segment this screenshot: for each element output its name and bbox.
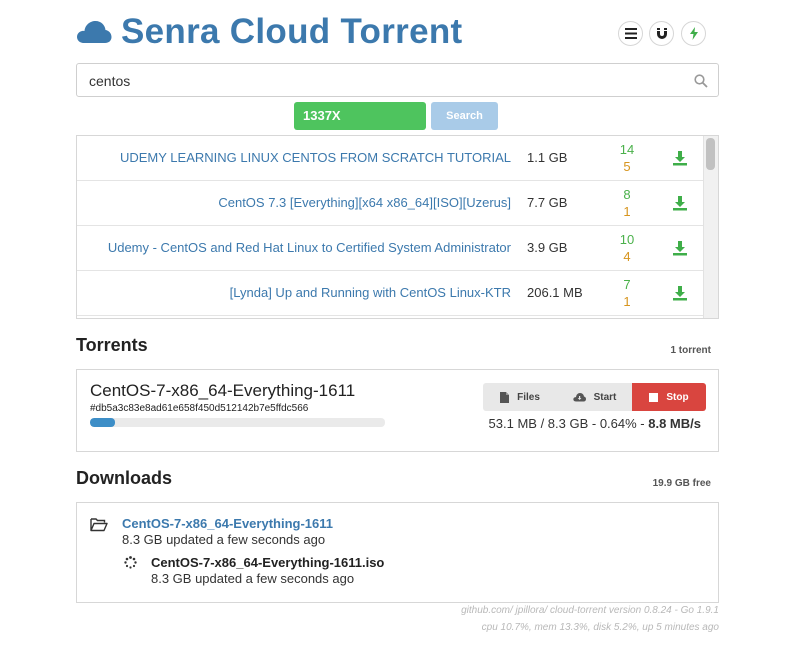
download-file-name[interactable]: CentOS-7-x86_64-Everything-1611.iso: [151, 555, 384, 570]
torrent-downloaded: 53.1 MB / 8.3 GB - 0.64% -: [488, 416, 645, 431]
list-button[interactable]: [618, 21, 643, 46]
provider-dropdown[interactable]: 1337X: [294, 102, 426, 130]
result-seeders: 14: [619, 142, 635, 157]
downloads-card: CentOS-7-x86_64-Everything-1611 8.3 GB u…: [76, 502, 719, 603]
search-icon[interactable]: [694, 74, 708, 88]
torrent-speed: 8.8 MB/s: [648, 416, 701, 431]
result-leechers: 5: [623, 159, 631, 174]
download-folder-link[interactable]: CentOS-7-x86_64-Everything-1611: [122, 516, 333, 531]
progress-fill: [90, 418, 115, 427]
result-name-link[interactable]: Udemy - CentOS and Red Hat Linux to Cert…: [108, 240, 511, 255]
search-box: [76, 63, 719, 97]
downloads-heading: Downloads: [76, 468, 173, 488]
result-row: Udemy - CentOS and Red Hat Linux to Cert…: [77, 226, 704, 271]
list-icon: [624, 28, 637, 39]
result-size: 206.1 MB: [527, 285, 583, 300]
result-size: 3.9 GB: [527, 240, 568, 255]
start-label: Start: [593, 391, 617, 403]
result-leechers: 1: [623, 294, 631, 309]
download-icon[interactable]: [672, 150, 688, 166]
footer-stats: cpu 10.7%, mem 13.3%, disk 5.2%, up 5 mi…: [481, 622, 719, 633]
results-scrollbar[interactable]: [703, 136, 718, 318]
result-size: 1.1 GB: [527, 150, 568, 165]
search-input[interactable]: [89, 71, 669, 91]
torrent-actions: Files Start Stop: [483, 383, 706, 411]
footer-version[interactable]: github.com/ jpillora/ cloud-torrent vers…: [461, 605, 719, 616]
stop-label: Stop: [666, 391, 689, 403]
download-folder-meta: 8.3 GB updated a few seconds ago: [122, 532, 326, 547]
torrent-name: CentOS-7-x86_64-Everything-1611: [90, 381, 356, 400]
cloud-icon: [77, 21, 112, 43]
torrent-stats: 53.1 MB / 8.3 GB - 0.64% - 8.8 MB/s: [489, 416, 701, 431]
result-name-link[interactable]: CentOS 7.3 [Everything][x64 x86_64][ISO]…: [218, 195, 511, 210]
torrent-card: CentOS-7-x86_64-Everything-1611 #db5a3c8…: [76, 369, 719, 452]
result-seeders: 8: [623, 187, 631, 202]
stop-icon: [649, 392, 659, 402]
spinner-icon: [124, 556, 137, 569]
search-results: UDEMY LEARNING LINUX CENTOS FROM SCRATCH…: [76, 135, 719, 319]
result-row: [Lynda] Up and Running with CentOS Linux…: [77, 271, 704, 316]
torrents-heading: Torrents: [76, 335, 148, 355]
result-name-link[interactable]: [Lynda] Up and Running with CentOS Linux…: [230, 285, 511, 300]
file-icon: [500, 391, 510, 403]
result-leechers: 4: [623, 249, 631, 264]
torrent-count: 1 torrent: [670, 345, 711, 356]
torrent-progress-bar: [90, 418, 385, 427]
download-icon[interactable]: [672, 285, 688, 301]
download-icon[interactable]: [672, 240, 688, 256]
bolt-button[interactable]: [681, 21, 706, 46]
download-file-meta: 8.3 GB updated a few seconds ago: [151, 571, 355, 586]
search-button[interactable]: Search: [431, 102, 498, 130]
magnet-icon: [656, 27, 667, 39]
result-name-link[interactable]: UDEMY LEARNING LINUX CENTOS FROM SCRATCH…: [120, 150, 511, 165]
download-icon[interactable]: [672, 195, 688, 211]
files-button[interactable]: Files: [483, 383, 557, 411]
cloud-download-icon: [572, 393, 586, 402]
result-seeders: 7: [623, 277, 631, 292]
disk-free: 19.9 GB free: [652, 478, 711, 489]
start-button[interactable]: Start: [557, 383, 632, 411]
result-size: 7.7 GB: [527, 195, 568, 210]
magnet-button[interactable]: [649, 21, 674, 46]
result-row: UDEMY LEARNING LINUX CENTOS FROM SCRATCH…: [77, 136, 704, 181]
result-seeders: 10: [619, 232, 635, 247]
stop-button[interactable]: Stop: [632, 383, 706, 411]
scrollbar-thumb[interactable]: [706, 138, 715, 170]
bolt-icon: [689, 27, 698, 40]
app-header: Senra Cloud Torrent: [76, 10, 719, 56]
app-title: Senra Cloud Torrent: [121, 12, 463, 51]
files-label: Files: [517, 391, 540, 403]
torrent-hash: #db5a3c83e8ad61e658f450d512142b7e5ffdc56…: [90, 403, 309, 414]
result-row: CentOS 7.3 [Everything][x64 x86_64][ISO]…: [77, 181, 704, 226]
result-leechers: 1: [623, 204, 631, 219]
folder-open-icon[interactable]: [90, 517, 108, 532]
